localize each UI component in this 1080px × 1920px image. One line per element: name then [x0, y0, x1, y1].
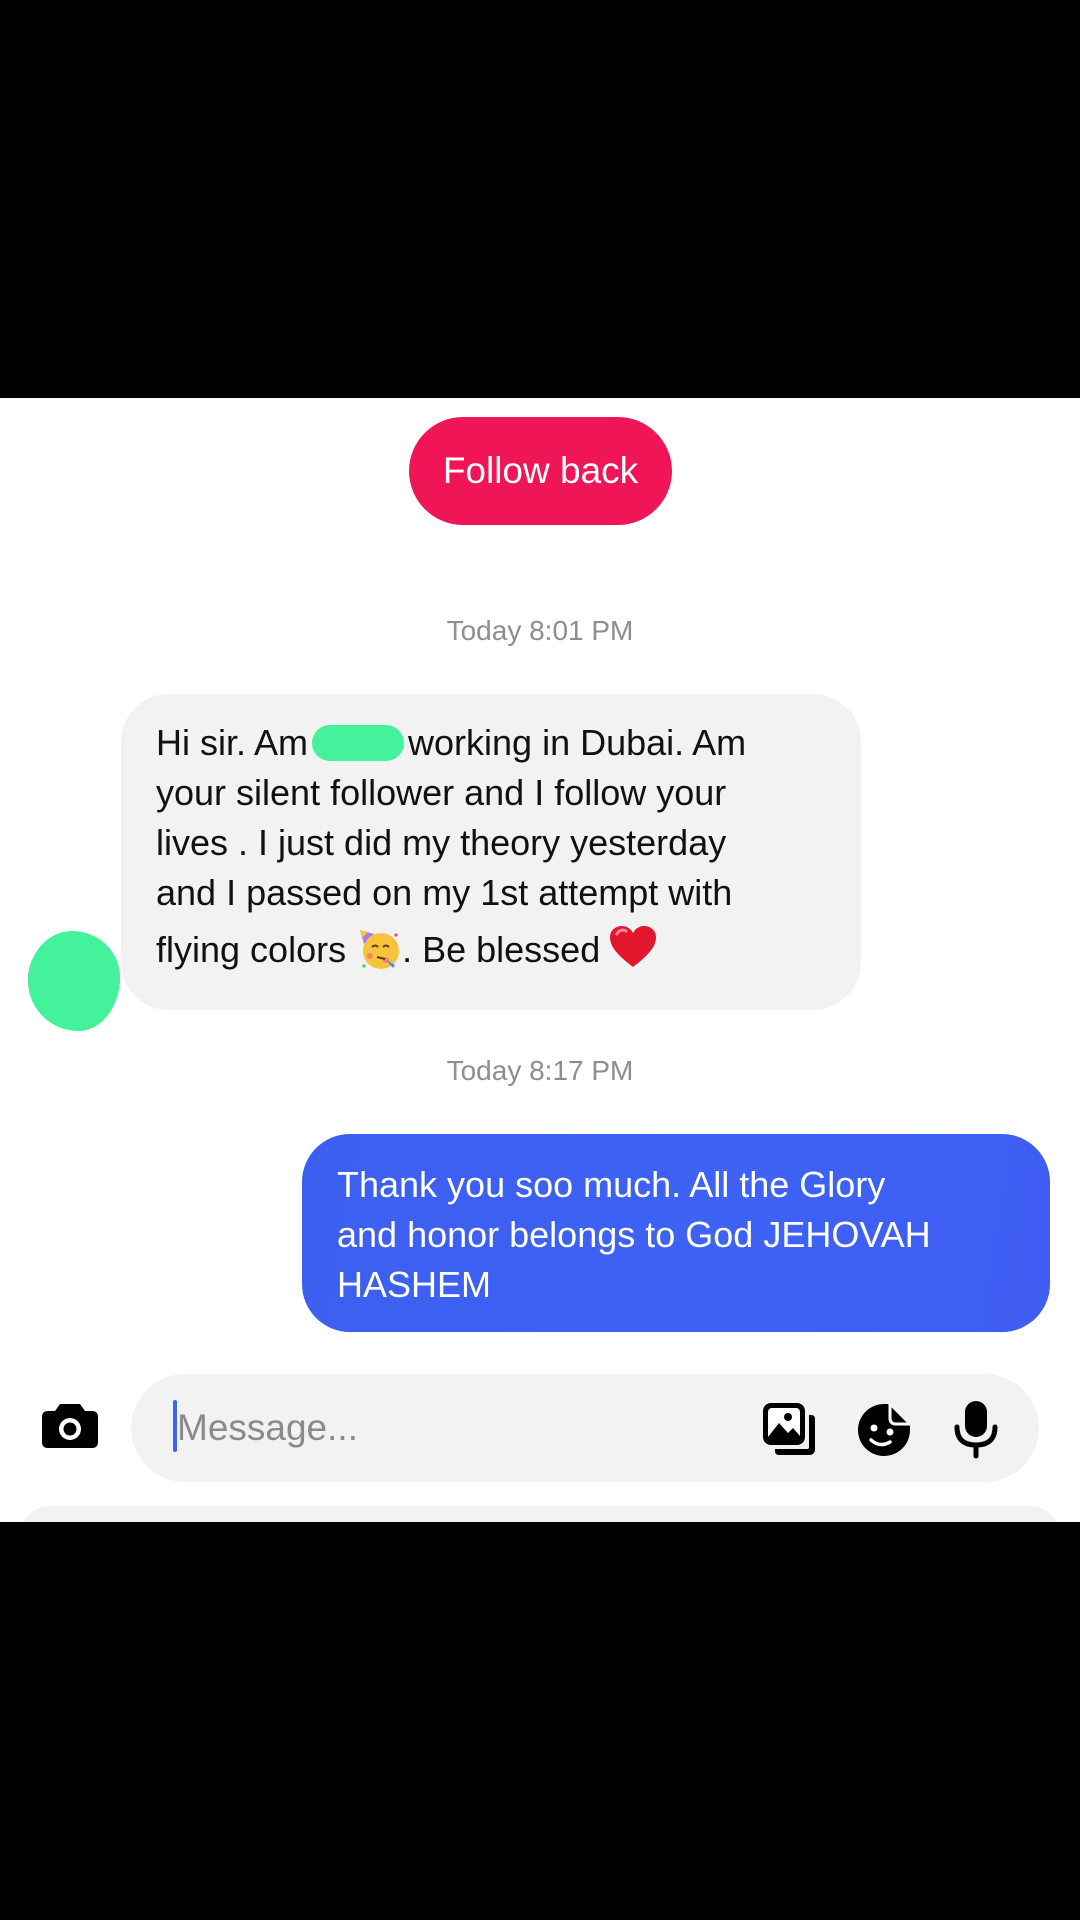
camera-icon — [42, 1404, 98, 1448]
microphone-button[interactable] — [953, 1399, 999, 1459]
message-line: and I passed on my 1st attempt with — [156, 872, 733, 913]
sticker-icon — [858, 1404, 910, 1456]
camera-button[interactable] — [40, 1400, 100, 1450]
avatar-redaction — [28, 931, 120, 1031]
message-line: HASHEM — [337, 1264, 492, 1305]
incoming-message-bubble[interactable]: Hi sir. Am working in Dubai. Am your sile… — [121, 694, 861, 1010]
name-redaction — [312, 725, 405, 761]
partying-face-emoji — [360, 930, 400, 969]
red-heart-emoji — [610, 926, 657, 967]
gallery-button[interactable] — [761, 1401, 817, 1457]
message-line: Hi sir. Am working in Dubai. Am — [156, 722, 747, 763]
sticker-button[interactable] — [856, 1402, 912, 1458]
message-line: your silent follower and I follow your — [156, 772, 727, 813]
gallery-icon — [763, 1403, 815, 1455]
message-line: flying colors . Be blessed — [156, 924, 827, 975]
message-line: and honor belongs to God JEHOVAH — [337, 1214, 931, 1255]
chat-screen: Follow back Today 8:01 PM Hi sir. Am work… — [0, 398, 1080, 1522]
message-line: Thank you soo much. All the Glory — [337, 1164, 886, 1205]
message-composer — [131, 1374, 1039, 1482]
microphone-icon — [954, 1401, 998, 1459]
bottom-sheet-edge — [20, 1506, 1060, 1522]
message-input[interactable] — [173, 1400, 617, 1456]
message-line: lives . I just did my theory yesterday — [156, 822, 727, 863]
follow-back-button[interactable]: Follow back — [409, 417, 672, 525]
message-timestamp: Today 8:01 PM — [446, 615, 634, 646]
message-timestamp: Today 8:17 PM — [446, 1055, 634, 1086]
outgoing-message-bubble[interactable]: Thank you soo much. All the Glory and ho… — [302, 1134, 1050, 1332]
text-cursor — [173, 1400, 177, 1452]
